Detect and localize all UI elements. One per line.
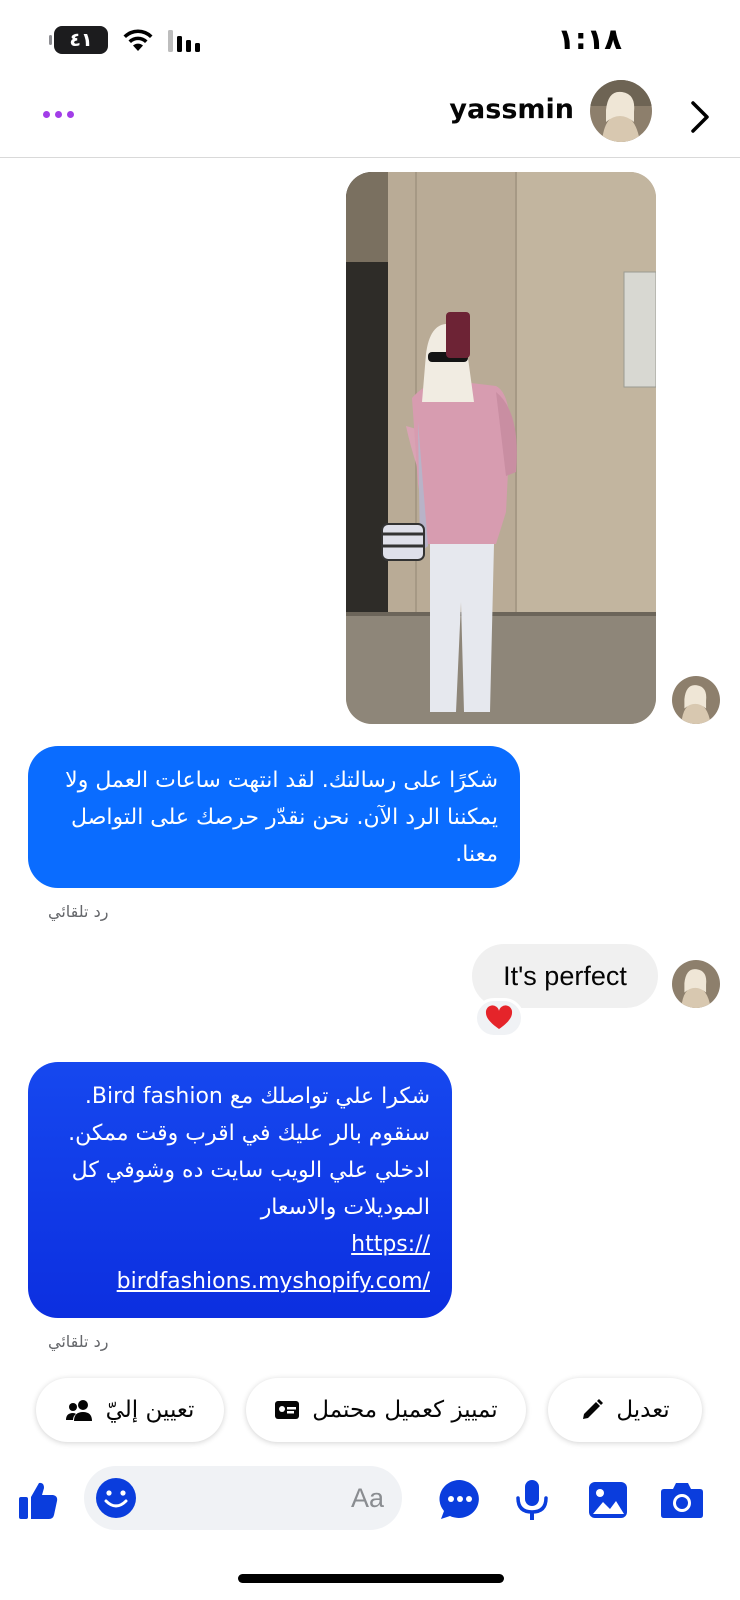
assign-label: تعيين إليّ (105, 1397, 195, 1423)
message-composer (0, 1462, 740, 1542)
auto-reply-message[interactable]: شكرًا على رسالتك. لقد انتهت ساعات العمل … (28, 746, 520, 888)
wifi-icon (123, 29, 153, 51)
chevron-right-icon[interactable] (678, 92, 722, 142)
contact-avatar[interactable] (590, 80, 652, 142)
contact-name[interactable]: yassmin (449, 94, 574, 125)
more-dot-icon (42, 110, 50, 118)
more-options-button[interactable] (36, 96, 80, 132)
message-line: ادخلي علي الويب سايت ده وشوفي كل (71, 1158, 430, 1183)
pencil-icon (583, 1399, 604, 1419)
message-line: شكرا علي تواصلك مع Bird fashion. (84, 1084, 430, 1109)
battery-icon: ٤١ (49, 26, 108, 54)
gallery-icon[interactable] (584, 1476, 632, 1524)
message-line: شكرًا على رسالتك. لقد انتهت ساعات العمل … (65, 768, 498, 793)
assign-to-me-button[interactable]: تعيين إليّ (36, 1378, 224, 1442)
message-line: الموديلات والاسعار (260, 1195, 430, 1220)
sender-avatar[interactable] (672, 960, 720, 1008)
auto-reply-label: رد تلقائي (48, 902, 109, 921)
more-dot-icon (66, 110, 74, 118)
website-link[interactable]: birdfashions.myshopify.com/ (50, 1263, 430, 1300)
sender-avatar[interactable] (672, 676, 720, 724)
image-message[interactable] (346, 172, 656, 724)
battery-level: ٤١ (69, 29, 93, 51)
status-time: ١:١٨ (557, 22, 622, 56)
microphone-icon[interactable] (508, 1476, 556, 1524)
website-link[interactable]: https:// (50, 1226, 430, 1263)
mark-lead-label: تمييز كعميل محتمل (312, 1397, 498, 1423)
message-input-field[interactable] (84, 1466, 402, 1530)
more-dot-icon (54, 110, 62, 118)
signal-icon (168, 30, 200, 52)
message-line: معنا. (455, 842, 498, 867)
chat-header: yassmin (0, 80, 740, 158)
status-icons: ٤١ (49, 26, 202, 54)
auto-reply-label: رد تلقائي (48, 1332, 109, 1351)
people-icon (65, 1400, 92, 1421)
chat-bubble-more-icon[interactable] (436, 1476, 484, 1524)
status-bar: ٤١ ١:١٨ (0, 0, 740, 80)
message-input[interactable] (164, 1466, 384, 1530)
like-thumb-icon[interactable] (14, 1476, 62, 1524)
emoji-icon[interactable] (92, 1474, 140, 1522)
message-line: سنقوم بالر عليك في اقرب وقت ممكن. (68, 1121, 430, 1146)
heart-reaction-icon[interactable] (474, 998, 524, 1038)
message-line: يمكننا الرد الآن. نحن نقدّر حرصك على الت… (71, 805, 498, 830)
id-card-icon (275, 1401, 300, 1419)
camera-icon[interactable] (658, 1476, 706, 1524)
edit-button[interactable]: تعديل (548, 1378, 702, 1442)
home-indicator (238, 1574, 504, 1583)
auto-reply-message[interactable]: شكرا علي تواصلك مع Bird fashion. سنقوم ب… (28, 1062, 452, 1318)
mark-lead-button[interactable]: تمييز كعميل محتمل (246, 1378, 526, 1442)
edit-label: تعديل (616, 1397, 670, 1423)
